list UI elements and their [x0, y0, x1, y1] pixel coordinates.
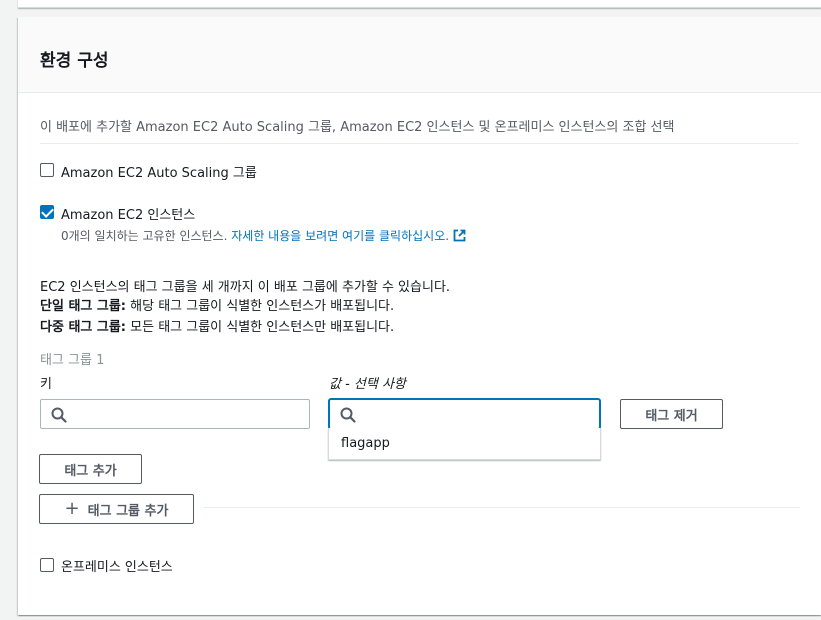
key-label: 키: [40, 377, 52, 392]
add-tag-group-label: 태그 그룹 추가: [87, 503, 169, 519]
match-count-text: 0개의 일치하는 고유한 인스턴스.: [61, 229, 228, 243]
value-label: 값 - 선택 사항: [329, 373, 406, 392]
external-link-icon[interactable]: [453, 229, 466, 242]
suggestion-item[interactable]: flagapp: [341, 436, 390, 451]
ec2-match-info: 0개의 일치하는 고유한 인스턴스. 자세한 내용을 보려면 여기를 클릭하십시…: [61, 227, 466, 244]
environment-config-panel: 환경 구성 이 배포에 추가할 Amazon EC2 Auto Scaling …: [18, 17, 821, 615]
previous-panel: [18, 0, 821, 8]
divider: [204, 507, 800, 508]
remove-tag-button[interactable]: 태그 제거: [620, 399, 723, 429]
multi-tag-group-label: 다중 태그 그룹:: [40, 320, 127, 335]
info-line-2: 단일 태그 그룹: 해당 태그 그룹이 식별한 인스턴스가 배포됩니다.: [40, 295, 394, 314]
info-line-3: 다중 태그 그룹: 모든 태그 그룹이 식별한 인스턴스만 배포됩니다.: [40, 316, 394, 335]
divider: [40, 143, 799, 144]
multi-tag-group-text: 모든 태그 그룹이 식별한 인스턴스만 배포됩니다.: [126, 320, 395, 335]
key-search-input[interactable]: [40, 399, 310, 429]
single-tag-group-label: 단일 태그 그룹:: [40, 299, 127, 314]
value-suggestions-dropdown: flagapp: [328, 428, 601, 460]
asg-checkbox[interactable]: [40, 163, 54, 177]
ec2-checkbox[interactable]: [40, 205, 54, 219]
asg-checkbox-label[interactable]: Amazon EC2 Auto Scaling 그룹: [61, 162, 257, 181]
details-link[interactable]: 자세한 내용을 보려면 여기를 클릭하십시오.: [231, 229, 449, 243]
add-tag-button[interactable]: 태그 추가: [39, 454, 142, 484]
onprem-checkbox-label[interactable]: 온프레미스 인스턴스: [61, 556, 173, 575]
value-label-text: 값 - 선택 사항: [329, 377, 406, 392]
panel-header: 환경 구성: [18, 17, 821, 93]
tag-group-title: 태그 그룹 1: [40, 353, 105, 368]
search-icon: [51, 407, 67, 423]
search-icon: [340, 407, 356, 423]
single-tag-group-text: 해당 태그 그룹이 식별한 인스턴스가 배포됩니다.: [126, 299, 395, 314]
section-description: 이 배포에 추가할 Amazon EC2 Auto Scaling 그룹, Am…: [40, 120, 675, 135]
add-tag-group-button[interactable]: + 태그 그룹 추가: [39, 494, 194, 524]
plus-icon: +: [64, 498, 80, 519]
info-line-1: EC2 인스턴스의 태그 그룹을 세 개까지 이 배포 그룹에 추가할 수 있습…: [40, 280, 451, 295]
section-title: 환경 구성: [40, 51, 109, 71]
value-search-input[interactable]: [329, 399, 600, 429]
onprem-checkbox[interactable]: [40, 558, 54, 572]
ec2-checkbox-label[interactable]: Amazon EC2 인스턴스: [61, 204, 195, 223]
